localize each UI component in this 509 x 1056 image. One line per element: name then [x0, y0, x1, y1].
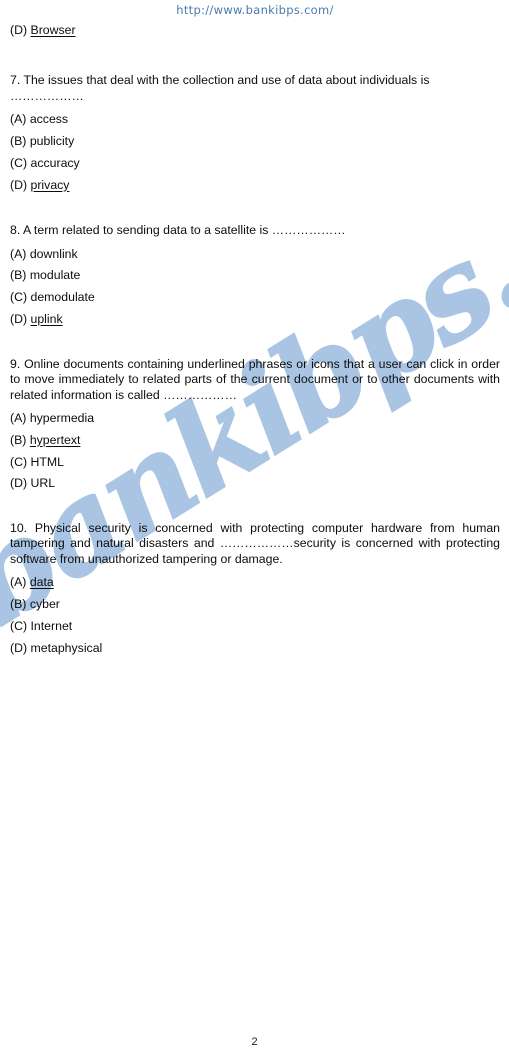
block-gap: [10, 335, 500, 357]
option-row[interactable]: (A) data: [10, 576, 500, 588]
option-marker: (D): [10, 640, 31, 655]
option-row[interactable]: (C) HTML: [10, 454, 500, 469]
option-marker: (A): [10, 246, 30, 261]
option-marker: (D): [10, 312, 31, 327]
option-marker: (C): [10, 290, 31, 305]
header-url: http://www.bankibps.com/: [176, 3, 334, 17]
option-marker: (B): [10, 432, 30, 447]
option-list: (A) data (B) cyber (C) Internet (D) metaphy…: [10, 576, 500, 654]
option-row[interactable]: (B) publicity: [10, 135, 500, 147]
option-text: cyber: [29, 596, 60, 611]
option-marker: (C): [10, 618, 31, 633]
option-list: (A) access (B) publicity (C) accuracy (D) p…: [10, 113, 500, 191]
option-marker: (B): [10, 134, 30, 149]
option-row[interactable]: (A) downlink: [10, 246, 500, 261]
page-content: http://www.bankibps.com/ (D) Browser 7. …: [0, 0, 509, 654]
page-number: 2: [251, 1036, 258, 1048]
question-block: 8. A term related to sending data to a s…: [10, 222, 500, 325]
option-row[interactable]: (D) privacy: [10, 177, 500, 192]
option-row[interactable]: (D) uplink: [10, 313, 500, 325]
option-row[interactable]: (B) cyber: [10, 598, 500, 610]
option-text: publicity: [29, 134, 75, 149]
option-list: (A) hypermedia (B) hypertext (C) HTML (D) U…: [10, 412, 500, 490]
option-marker: (C): [10, 454, 31, 469]
option-text: HTML: [30, 454, 64, 469]
option-text: downlink: [29, 246, 78, 261]
option-row[interactable]: (D) URL: [10, 477, 500, 489]
questions-container: 7. The issues that deal with the collect…: [10, 72, 500, 654]
option-text: modulate: [29, 268, 81, 283]
option-marker: (D): [10, 476, 31, 491]
question-stem: 7. The issues that deal with the collect…: [10, 72, 430, 104]
option-row[interactable]: (C) demodulate: [10, 291, 500, 303]
option-text: accuracy: [30, 155, 80, 170]
option-row[interactable]: (B) modulate: [10, 269, 500, 281]
option-text: demodulate: [30, 290, 95, 305]
question-block: 7. The issues that deal with the collect…: [10, 72, 500, 191]
option-marker: (A): [10, 575, 30, 590]
option-text-answer: data: [29, 575, 54, 590]
block-gap: [10, 499, 500, 521]
question-stem: 10. Physical security is concerned with …: [10, 521, 500, 566]
option-marker: (B): [10, 268, 30, 283]
option-list: (A) downlink (B) modulate (C) demodulate (D…: [10, 246, 500, 326]
option-marker: (D): [10, 177, 31, 192]
question-block: 9. Online documents containing underline…: [10, 357, 500, 490]
block-gap: [10, 200, 500, 222]
option-text: hypermedia: [29, 410, 95, 425]
option-text: URL: [30, 476, 56, 491]
option-marker: (A): [10, 112, 30, 127]
option-row[interactable]: (A) access: [10, 113, 500, 125]
option-row[interactable]: (C) Internet: [10, 620, 500, 632]
option-text: Browser: [30, 23, 76, 37]
option-text: metaphysical: [30, 640, 103, 655]
option-marker: (B): [10, 596, 30, 611]
question-block: 10. Physical security is concerned with …: [10, 521, 500, 654]
option-text: access: [29, 112, 69, 127]
option-row[interactable]: (C) accuracy: [10, 157, 500, 169]
question-stem: 8. A term related to sending data to a s…: [10, 223, 346, 238]
option-row[interactable]: (A) hypermedia: [10, 412, 500, 424]
option-marker: (D): [10, 23, 31, 37]
option-text-answer: uplink: [30, 312, 63, 327]
option-text-answer: privacy: [30, 177, 70, 192]
carryover-option: (D) Browser: [10, 24, 500, 36]
block-gap: [10, 46, 500, 72]
option-row[interactable]: (D) metaphysical: [10, 640, 500, 655]
option-text-answer: hypertext: [29, 432, 81, 447]
option-marker: (C): [10, 155, 31, 170]
option-row[interactable]: (B) hypertext: [10, 434, 500, 446]
option-text: Internet: [30, 618, 73, 633]
option-marker: (A): [10, 410, 30, 425]
document-page: bankibps.com http://www.bankibps.com/ (D…: [0, 0, 509, 1056]
question-stem: 9. Online documents containing underline…: [10, 356, 500, 402]
